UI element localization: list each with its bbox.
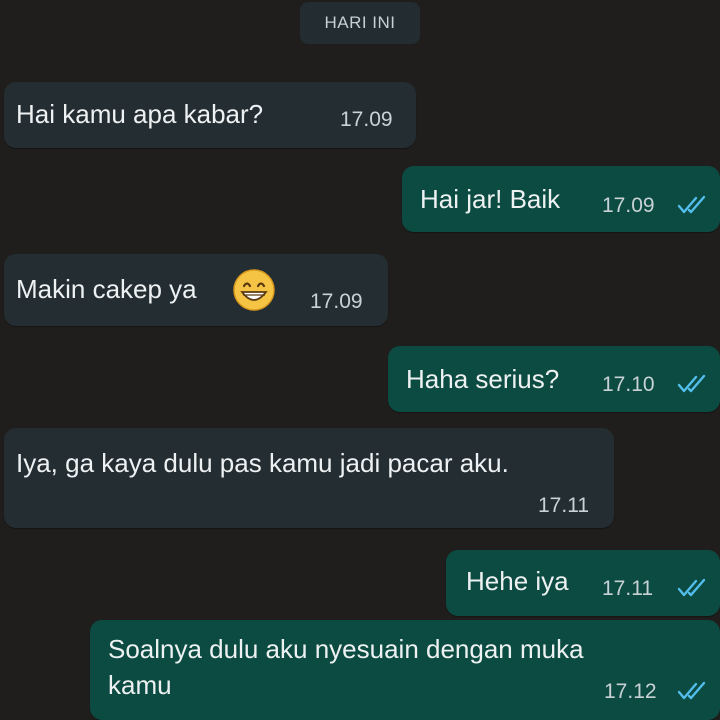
message-text-line-2: kamu bbox=[108, 670, 172, 700]
date-separator-label: HARI INI bbox=[324, 13, 396, 32]
message-text-line-1: Soalnya dulu aku nyesuain dengan muka bbox=[108, 634, 584, 664]
message-text: Iya, ga kaya dulu pas kamu jadi pacar ak… bbox=[16, 448, 509, 478]
message-time: 17.11 bbox=[538, 494, 589, 517]
grinning-face-emoji bbox=[233, 269, 275, 311]
chat-screen: { "chat": { "day_label": "HARI INI", "me… bbox=[0, 0, 720, 720]
message-text: Hai jar! Baik bbox=[420, 184, 561, 214]
message-bubble-incoming[interactable]: Hai kamu apa kabar? 17.09 bbox=[4, 82, 416, 148]
read-receipt-icon bbox=[677, 578, 706, 597]
message-time: 17.11 bbox=[602, 577, 653, 600]
message-bubble-outgoing[interactable]: Haha serius? 17.10 bbox=[388, 346, 720, 412]
read-receipt-icon bbox=[677, 681, 706, 700]
message-time: 17.09 bbox=[310, 290, 363, 313]
message-text: Hai kamu apa kabar? bbox=[16, 99, 264, 129]
message-bubble-incoming[interactable]: Makin cakep ya 17.09 bbox=[4, 254, 388, 326]
message-text: Makin cakep ya bbox=[16, 274, 197, 304]
message-text: Hehe iya bbox=[466, 566, 569, 596]
message-text: Haha serius? bbox=[406, 364, 560, 394]
message-time: 17.09 bbox=[602, 194, 655, 217]
message-time: 17.10 bbox=[602, 373, 655, 396]
message-bubble-outgoing[interactable]: Hai jar! Baik 17.09 bbox=[402, 166, 720, 232]
message-bubble-incoming[interactable]: Iya, ga kaya dulu pas kamu jadi pacar ak… bbox=[4, 428, 614, 528]
date-separator: HARI INI bbox=[300, 2, 420, 44]
message-bubble-outgoing[interactable]: Soalnya dulu aku nyesuain dengan muka ka… bbox=[90, 620, 720, 720]
read-receipt-icon bbox=[677, 195, 706, 214]
read-receipt-icon bbox=[677, 374, 706, 393]
message-time: 17.12 bbox=[604, 680, 657, 703]
message-bubble-outgoing[interactable]: Hehe iya 17.11 bbox=[446, 550, 720, 616]
message-time: 17.09 bbox=[340, 108, 393, 131]
